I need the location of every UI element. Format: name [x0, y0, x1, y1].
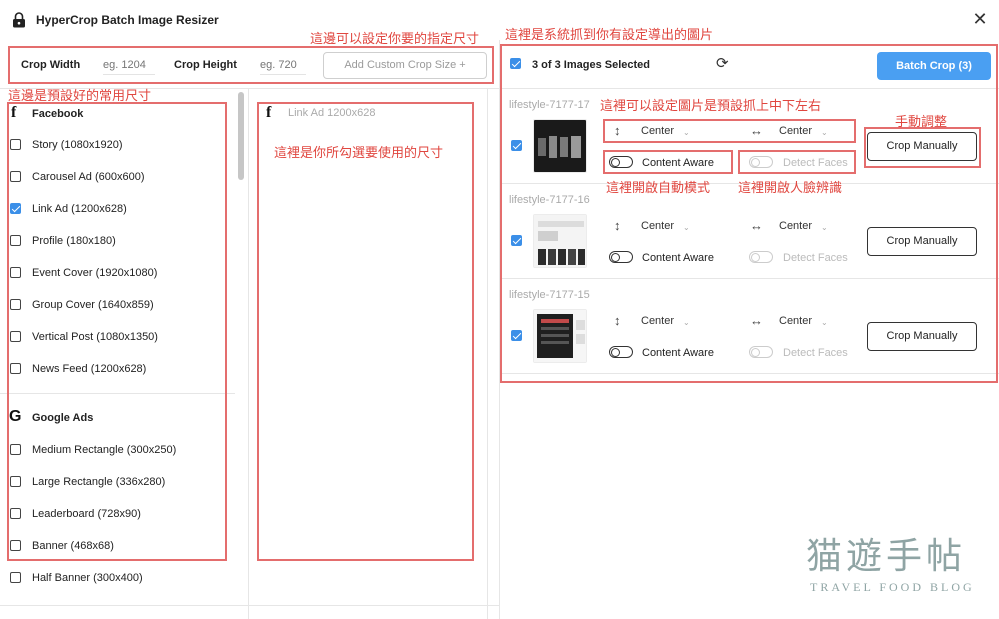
annotation-box-manual	[864, 127, 981, 168]
bottom-divider	[0, 605, 499, 606]
size-list-scrollbar[interactable]	[238, 92, 244, 180]
annotation-content-aware: 這裡開啟自動模式	[606, 180, 711, 195]
annotation-chosen-sizes: 這裡是你所勾選要使用的尺寸	[274, 145, 444, 160]
annotation-box-position	[603, 119, 856, 143]
selected-list-divider	[487, 89, 488, 619]
annotation-box-selected	[257, 102, 474, 561]
annotation-images-grabbed: 這裡是系統抓到你有設定導出的圖片	[505, 27, 714, 42]
close-icon[interactable]: ✕	[970, 9, 990, 29]
app-title: HyperCrop Batch Image Resizer	[36, 13, 219, 27]
annotation-detect-faces: 這裡開啟人臉辨識	[738, 180, 843, 195]
annotation-box-toolbar	[8, 46, 494, 84]
annotation-position: 這裡可以設定圖片是預設抓上中下左右	[600, 98, 822, 113]
app-lock-icon	[12, 12, 26, 28]
size-checkbox[interactable]	[10, 572, 21, 583]
annotation-box-presets	[7, 102, 227, 561]
size-list-divider	[248, 89, 249, 619]
annotation-box-content-aware	[603, 150, 733, 174]
watermark-logo: 猫遊手帖	[806, 536, 967, 577]
size-item-label[interactable]: Half Banner (300x400)	[32, 572, 143, 584]
annotation-box-detect-faces	[738, 150, 856, 174]
watermark-tagline: TRAVEL FOOD BLOG	[810, 580, 975, 594]
annotation-custom-size: 這邊可以設定你要的指定尺寸	[310, 31, 480, 46]
